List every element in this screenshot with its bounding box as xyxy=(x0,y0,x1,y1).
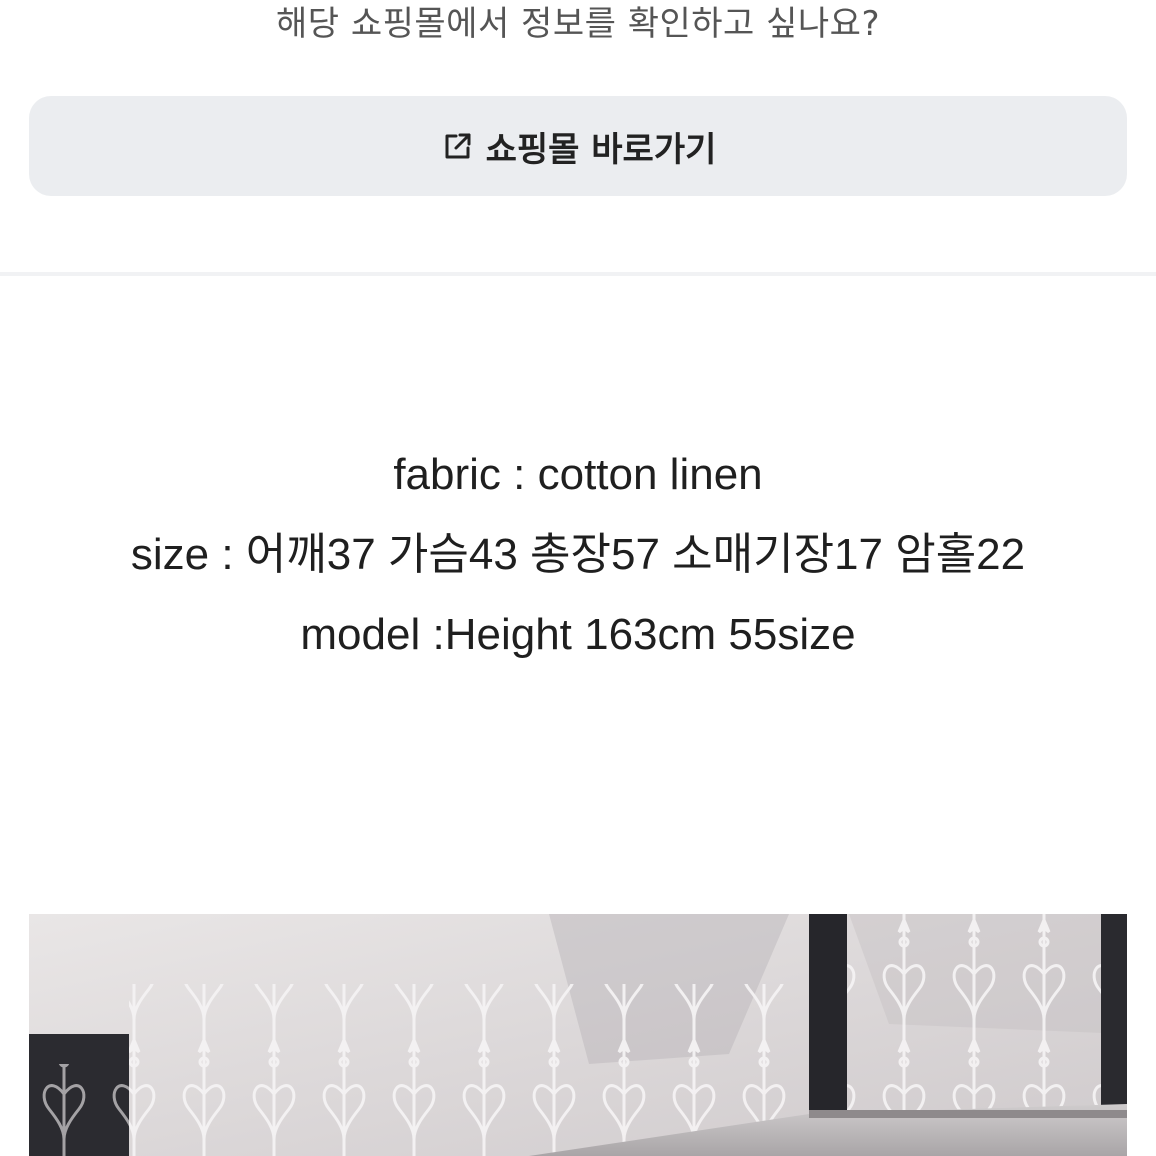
size-line: size : 어깨37 가슴43 총장57 소매기장17 암홀22 xyxy=(130,530,1026,579)
go-to-shop-label: 쇼핑몰 바로가기 xyxy=(485,129,717,170)
product-description: fabric : cotton linen size : 어깨37 가슴43 총… xyxy=(0,448,1156,688)
shop-info-prompt: 해당 쇼핑몰에서 정보를 확인하고 싶나요? xyxy=(275,4,881,44)
product-photo xyxy=(29,914,1127,1156)
fabric-line: fabric : cotton linen xyxy=(393,450,763,499)
external-link-icon xyxy=(440,128,476,164)
model-line: model :Height 163cm 55size xyxy=(300,610,856,659)
go-to-shop-button[interactable]: 쇼핑몰 바로가기 xyxy=(29,96,1127,196)
section-divider xyxy=(0,272,1156,276)
